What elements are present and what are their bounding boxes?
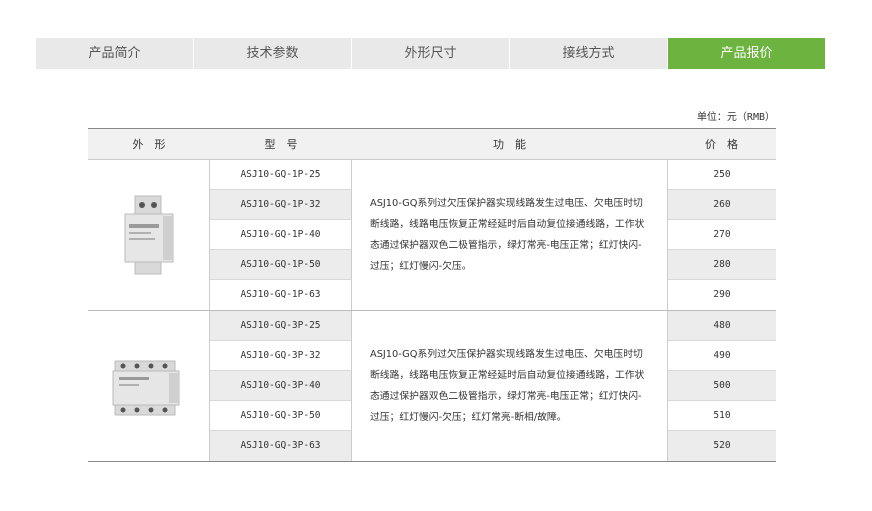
price-cell: 480 xyxy=(668,311,776,341)
product-group-1p: ASJ10-GQ-1P-25 ASJ10-GQ-1P-32 ASJ10-GQ-1… xyxy=(88,160,776,311)
model-cell: ASJ10-GQ-1P-32 xyxy=(210,190,351,220)
header-appearance: 外 形 xyxy=(132,138,166,151)
product-group-3p: ASJ10-GQ-3P-25 ASJ10-GQ-3P-32 ASJ10-GQ-3… xyxy=(88,311,776,461)
price-cell: 280 xyxy=(668,250,776,280)
header-function: 功 能 xyxy=(493,138,526,151)
tab-tech-params[interactable]: 技术参数 xyxy=(194,38,352,69)
model-cell: ASJ10-GQ-1P-63 xyxy=(240,289,321,300)
tab-pricing[interactable]: 产品报价 xyxy=(668,38,825,69)
function-description-1p: ASJ10-GQ系列过欠压保护器实现线路发生过电压、欠电压时切断线路，线路电压恢… xyxy=(370,198,645,272)
price-table: 外 形 型 号 功 能 价 格 ASJ10-GQ-1P-25 ASJ10-GQ-… xyxy=(88,128,776,462)
price-cell: 290 xyxy=(713,289,731,300)
price-column-3p: 480 490 500 510 520 xyxy=(667,311,776,461)
model-column-3p: ASJ10-GQ-3P-25 ASJ10-GQ-3P-32 ASJ10-GQ-3… xyxy=(210,311,352,461)
model-cell: ASJ10-GQ-3P-50 xyxy=(210,401,351,431)
price-cell: 270 xyxy=(668,220,776,250)
tab-intro[interactable]: 产品简介 xyxy=(36,38,194,69)
price-cell: 250 xyxy=(668,160,776,190)
model-column-1p: ASJ10-GQ-1P-25 ASJ10-GQ-1P-32 ASJ10-GQ-1… xyxy=(210,160,352,310)
three-phase-protector-icon xyxy=(112,360,179,416)
price-cell: 490 xyxy=(668,341,776,371)
price-column-1p: 250 260 270 280 290 xyxy=(667,160,776,310)
model-cell: ASJ10-GQ-1P-25 xyxy=(210,160,351,190)
model-cell: ASJ10-GQ-3P-63 xyxy=(210,431,351,461)
tab-dimensions[interactable]: 外形尺寸 xyxy=(352,38,510,69)
unit-note: 单位：元（RMB） xyxy=(696,112,775,123)
header-model: 型 号 xyxy=(264,138,298,151)
price-cell: 500 xyxy=(668,371,776,401)
model-cell: ASJ10-GQ-3P-32 xyxy=(210,341,351,371)
model-cell: ASJ10-GQ-3P-40 xyxy=(210,371,351,401)
model-cell: ASJ10-GQ-3P-25 xyxy=(210,311,351,341)
function-description-3p: ASJ10-GQ系列过欠压保护器实现线路发生过电压、欠电压时切断线路，线路电压恢… xyxy=(370,349,645,423)
tab-wiring[interactable]: 接线方式 xyxy=(510,38,668,69)
product-image-1p xyxy=(88,160,210,310)
single-phase-protector-icon xyxy=(124,195,173,275)
model-cell: ASJ10-GQ-1P-50 xyxy=(210,250,351,280)
model-cell: ASJ10-GQ-1P-40 xyxy=(210,220,351,250)
price-cell: 520 xyxy=(668,431,776,461)
price-cell: 510 xyxy=(668,401,776,431)
product-image-3p xyxy=(88,311,210,461)
price-cell: 260 xyxy=(668,190,776,220)
product-tabs: 产品简介 技术参数 外形尺寸 接线方式 产品报价 xyxy=(36,38,825,69)
header-price: 价 格 xyxy=(705,138,738,151)
table-header: 外 形 型 号 功 能 价 格 xyxy=(88,129,776,160)
